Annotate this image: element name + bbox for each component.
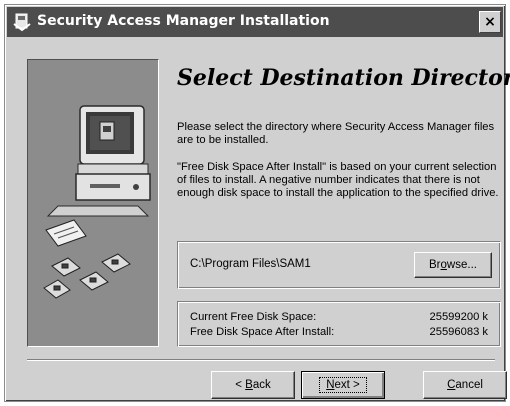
current-free-space-value: 25599200 k — [429, 311, 488, 323]
back-accelerator: B — [245, 379, 253, 391]
current-free-space-label: Current Free Disk Space: — [190, 311, 317, 323]
destination-folder-group: C:\Program Files\SAM1 Browse... — [177, 241, 501, 289]
close-icon: × — [484, 14, 496, 30]
cancel-label-part: ancel — [455, 379, 483, 391]
back-button[interactable]: < Back — [211, 371, 295, 399]
instruction-text: Please select the directory where Securi… — [177, 121, 495, 146]
close-button[interactable]: × — [479, 11, 501, 33]
computer-with-disks-illustration — [43, 105, 151, 299]
disk-space-group: Current Free Disk Space: 25599200 k Free… — [177, 301, 501, 347]
free-space-after-label: Free Disk Space After Install: — [190, 326, 335, 338]
title-bar[interactable]: Security Access Manager Installation × — [7, 7, 503, 37]
next-accelerator: N — [326, 379, 335, 391]
disk-space-note: "Free Disk Space After Install" is based… — [177, 161, 499, 199]
window-title: Security Access Manager Installation — [37, 13, 330, 29]
focus-rectangle: Next > — [319, 377, 367, 393]
installer-window: Security Access Manager Installation × S… — [4, 4, 510, 402]
next-button[interactable]: Next > — [301, 371, 385, 399]
cancel-button[interactable]: Cancel — [423, 371, 507, 399]
free-space-after-value: 25596083 k — [429, 326, 488, 338]
installer-icon — [13, 12, 31, 32]
button-separator — [27, 359, 495, 361]
browse-button[interactable]: Browse... — [414, 252, 492, 278]
destination-path: C:\Program Files\SAM1 — [190, 258, 311, 270]
browse-label-part: Br — [429, 259, 441, 271]
page-title: Select Destination Directory — [177, 65, 510, 91]
next-label-part: ext > — [334, 379, 360, 391]
back-label-part: ack — [252, 379, 271, 391]
current-free-space-row: Current Free Disk Space: 25599200 k — [190, 311, 488, 325]
back-label-part: < — [235, 379, 246, 391]
free-space-after-row: Free Disk Space After Install: 25596083 … — [190, 326, 488, 340]
side-illustration-panel — [27, 59, 159, 347]
browse-label-part: wse... — [446, 259, 477, 271]
